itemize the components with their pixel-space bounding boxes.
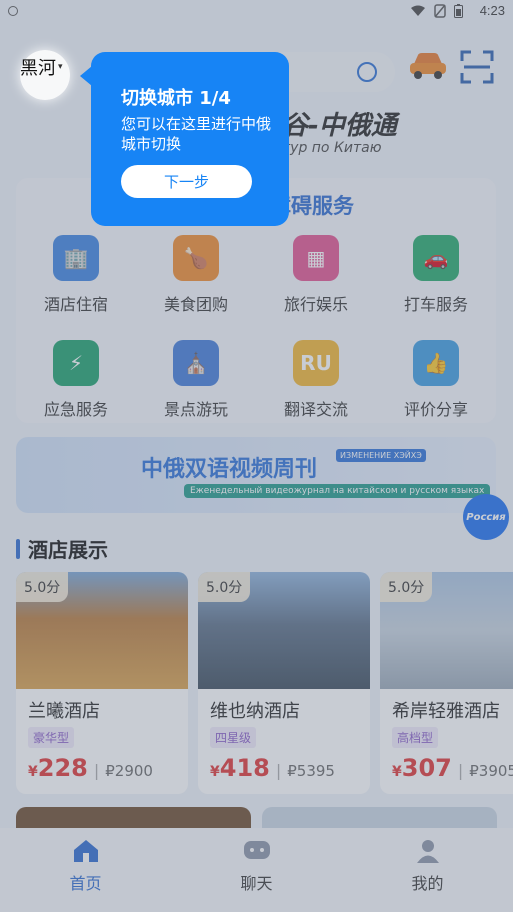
city-switcher[interactable]: 黑河 ▾ [20,54,63,80]
guide-tooltip: 切换城市 1/4 您可以在这里进行中俄城市切换 下一步 [91,52,289,226]
tooltip-title: 切换城市 1/4 [121,88,231,109]
tooltip-body: 您可以在这里进行中俄城市切换 [121,115,272,153]
city-name: 黑河 [20,58,56,79]
chevron-down-icon: ▾ [58,62,63,72]
next-step-button[interactable]: 下一步 [121,165,252,198]
